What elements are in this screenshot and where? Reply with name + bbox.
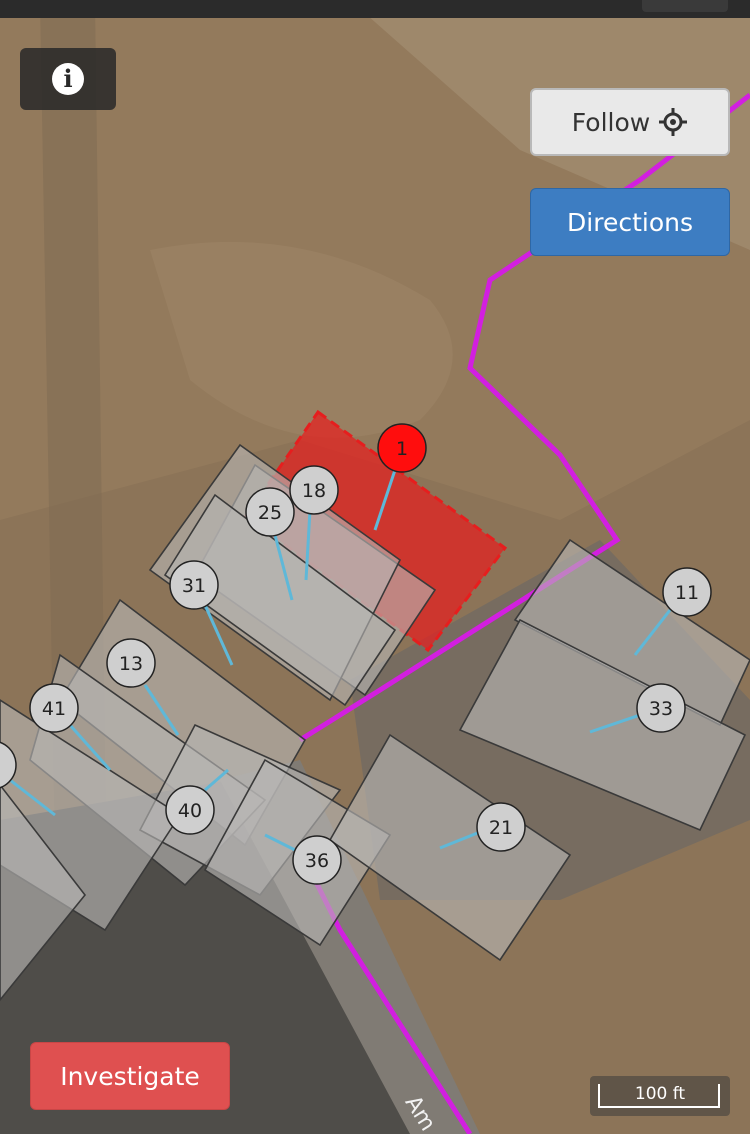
- investigate-button[interactable]: Investigate: [30, 1042, 230, 1110]
- marker-40[interactable]: 40: [165, 785, 215, 835]
- directions-label: Directions: [567, 207, 693, 237]
- marker-36-label: 36: [305, 850, 329, 872]
- satellite-map[interactable]: Am 1 18 25 31 13 41 40 36 21 11 33: [0, 0, 750, 1134]
- marker-25-label: 25: [258, 502, 282, 524]
- scale-label: 100 ft: [634, 1084, 686, 1104]
- marker-13-label: 13: [119, 653, 143, 675]
- marker-25[interactable]: 25: [245, 487, 295, 537]
- marker-18-label: 18: [302, 480, 326, 502]
- info-button[interactable]: i: [20, 48, 116, 110]
- marker-18[interactable]: 18: [289, 465, 339, 515]
- marker-21[interactable]: 21: [476, 802, 526, 852]
- follow-label: Follow: [571, 107, 651, 137]
- crosshair-icon: [659, 108, 688, 136]
- marker-41[interactable]: 41: [29, 683, 79, 733]
- scale-bar: 100 ft: [590, 1076, 730, 1116]
- status-bar-tab: [642, 0, 728, 12]
- marker-36[interactable]: 36: [292, 835, 342, 885]
- marker-21-label: 21: [489, 817, 513, 839]
- marker-33[interactable]: 33: [636, 683, 686, 733]
- marker-13[interactable]: 13: [106, 638, 156, 688]
- marker-1[interactable]: 1: [377, 423, 427, 473]
- info-icon: i: [52, 63, 84, 95]
- directions-button[interactable]: Directions: [530, 188, 730, 256]
- marker-40-label: 40: [178, 800, 202, 822]
- status-bar: [0, 0, 750, 18]
- investigate-label: Investigate: [60, 1061, 200, 1091]
- follow-button[interactable]: Follow: [530, 88, 730, 156]
- marker-33-label: 33: [649, 698, 673, 720]
- marker-31-label: 31: [182, 575, 206, 597]
- marker-1-label: 1: [396, 438, 408, 460]
- marker-41-label: 41: [42, 698, 66, 720]
- marker-11[interactable]: 11: [662, 567, 712, 617]
- marker-11-label: 11: [675, 582, 699, 604]
- marker-31[interactable]: 31: [169, 560, 219, 610]
